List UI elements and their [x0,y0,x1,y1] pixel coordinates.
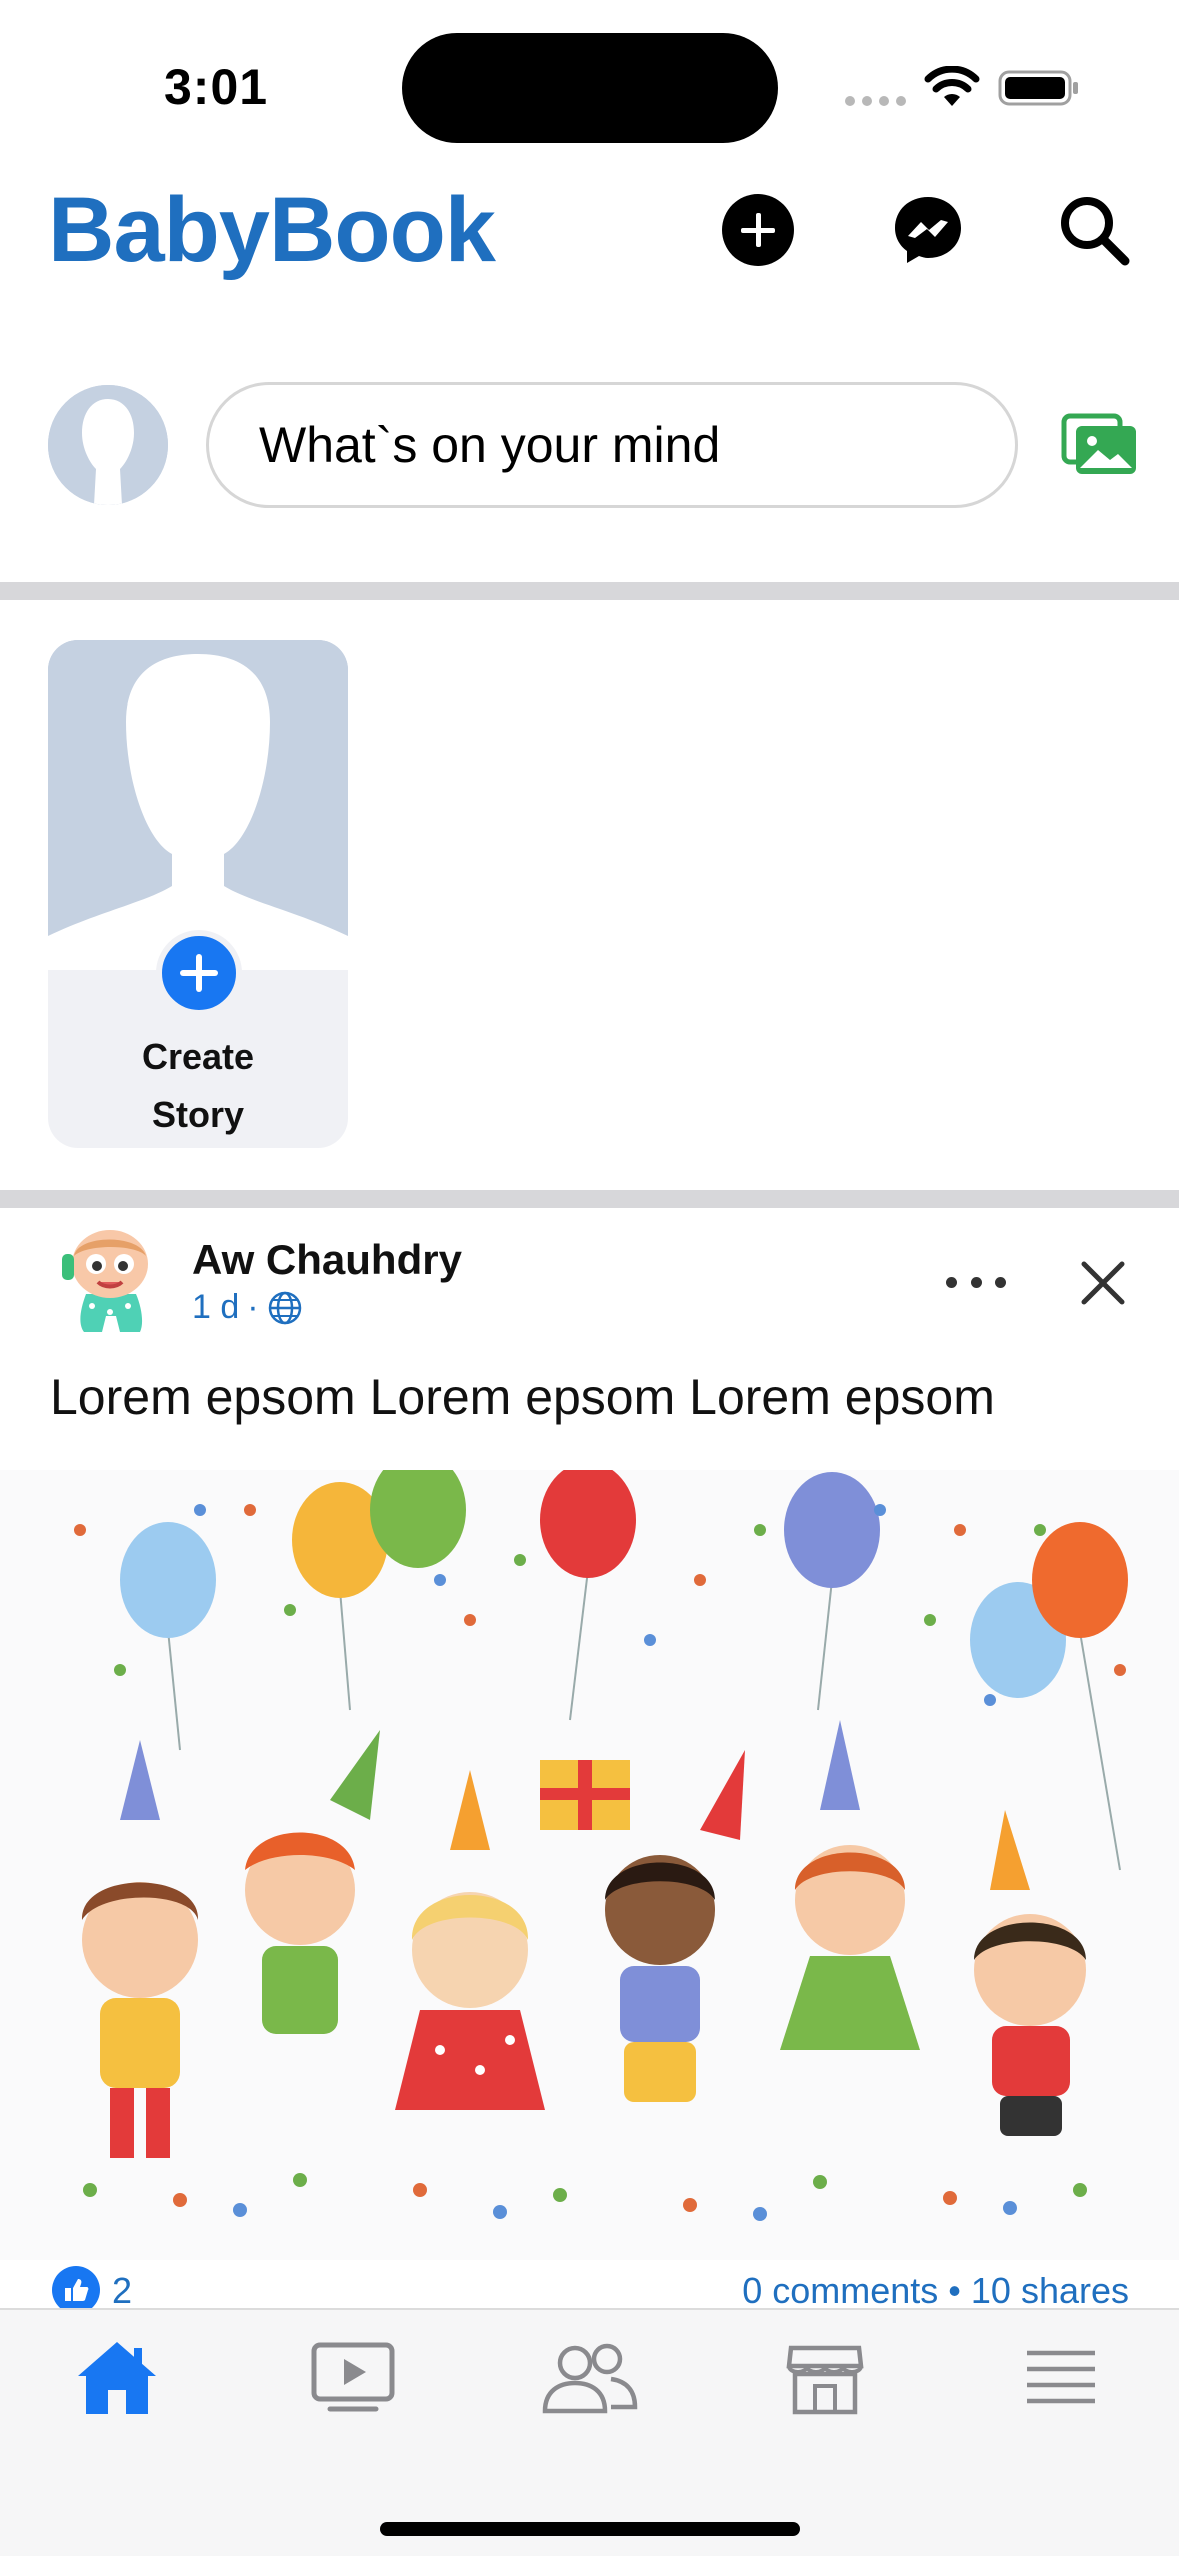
person-silhouette-icon [48,640,348,970]
menu-icon [1027,2350,1095,2404]
messenger-button[interactable] [888,190,968,270]
create-story-label-line2: Story [151,1094,245,1135]
post-reactions-row: 2 0 comments • 10 shares [0,2262,1179,2310]
dot [970,1276,982,1288]
post-author-avatar[interactable] [50,1220,170,1342]
friends-icon [542,2343,638,2414]
post-meta: 1 d · [192,1288,303,1327]
like-reaction-badge[interactable] [52,2266,100,2310]
bottom-tab-bar [0,2308,1179,2556]
tab-video[interactable] [298,2328,408,2428]
app-header: BabyBook [0,160,1179,300]
dot [946,1276,957,1288]
post-more-options-button[interactable] [946,1262,1006,1302]
hide-post-button[interactable] [1078,1258,1128,1308]
status-time: 3:01 [164,59,269,115]
add-photo-button[interactable] [1060,412,1140,478]
dot [995,1276,1006,1288]
status-bar: 3:01 [0,0,1179,160]
post-image[interactable] [0,1470,1179,2260]
search-icon [1061,197,1130,266]
section-divider [0,1190,1179,1208]
tab-marketplace[interactable] [770,2328,880,2428]
close-icon [1081,1261,1125,1305]
marketplace-icon [786,2345,864,2415]
cellular-signal-icon [845,96,907,106]
post-composer: What`s on your mind [0,370,1179,520]
like-count[interactable]: 2 [112,2270,132,2310]
create-story-label: Create Story [48,1028,348,1144]
add-story-button[interactable] [156,930,242,1016]
battery-icon [998,70,1078,106]
post-time: 1 d [192,1288,240,1326]
tab-menu[interactable] [1006,2328,1116,2428]
app-brand-title: BabyBook [48,179,496,281]
meta-separator: · [247,1288,259,1326]
search-button[interactable] [1054,190,1134,270]
whats-on-your-mind-input[interactable]: What`s on your mind [206,382,1018,508]
home-indicator[interactable] [380,2522,800,2536]
plus-icon [180,954,218,992]
wifi-icon [924,66,980,106]
cartoon-baby-avatar [62,1230,148,1332]
create-post-button[interactable] [718,190,798,270]
tab-friends[interactable] [534,2328,644,2428]
comments-shares-count[interactable]: 0 comments • 10 shares [742,2270,1129,2310]
globe-icon [268,1291,301,1324]
video-icon [311,2342,395,2412]
person-silhouette-icon [48,385,168,505]
story-avatar-placeholder [48,640,348,970]
post-text: Lorem epsom Lorem epsom Lorem epsom [50,1369,995,1425]
thumbs-up-icon [65,2279,89,2301]
tab-home[interactable] [62,2328,172,2428]
home-icon [78,2342,156,2414]
section-divider [0,582,1179,600]
create-story-card[interactable]: Create Story [48,640,348,1148]
dynamic-island [402,33,778,143]
post-author-name[interactable]: Aw Chauhdry [192,1236,462,1284]
photo-icon [1061,413,1136,474]
create-story-label-line1: Create [141,1036,255,1077]
birthday-party-illustration [0,1470,1179,2260]
messenger-icon [895,197,961,263]
plus-icon [722,194,794,266]
user-avatar[interactable] [48,385,168,505]
